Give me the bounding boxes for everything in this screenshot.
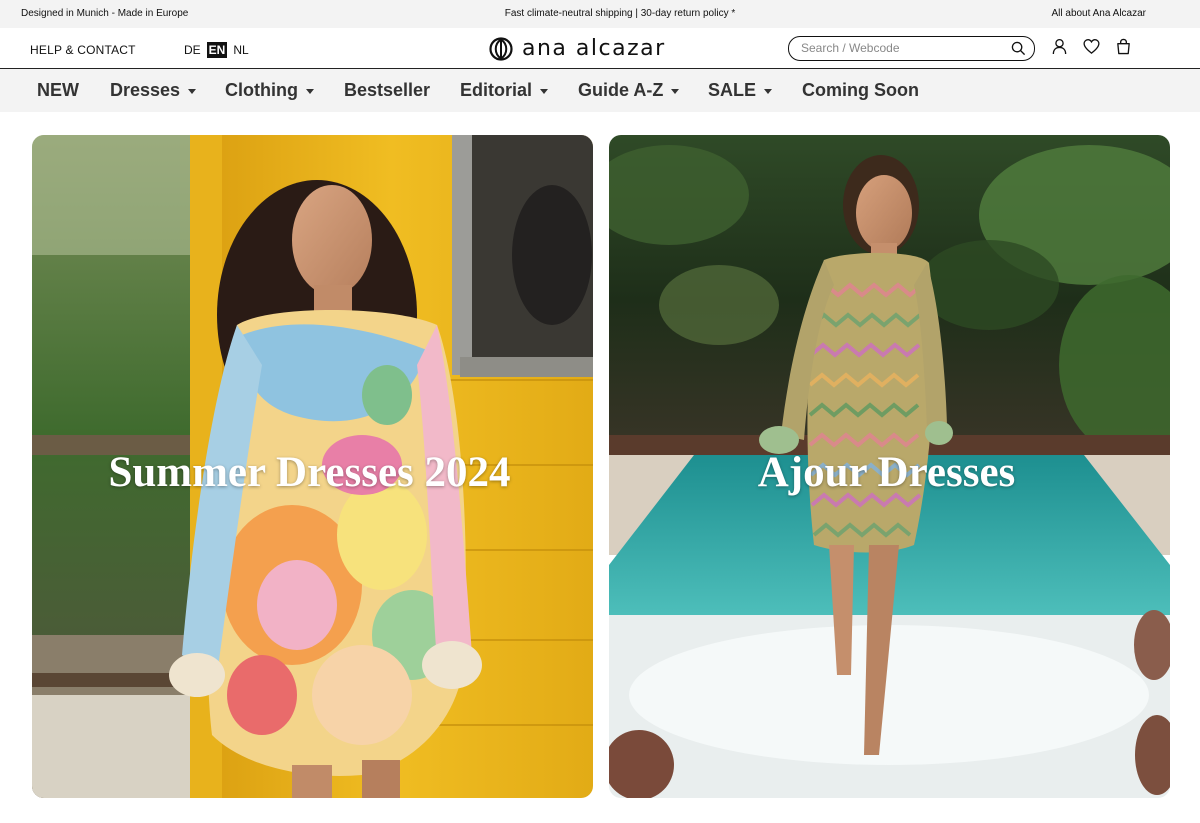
nav-label: NEW [37,80,79,100]
logo-wordmark: ana alcazar [522,36,666,61]
search-input[interactable] [801,41,1001,55]
nav-item-dresses[interactable]: Dresses [110,80,197,101]
account-icon[interactable] [1051,38,1068,55]
chevron-down-icon [764,88,773,94]
chevron-down-icon [305,88,314,94]
lang-de[interactable]: DE [184,43,201,57]
nav-item-editorial[interactable]: Editorial [460,80,549,101]
chevron-down-icon [671,88,680,94]
nav-item-new[interactable]: NEW [37,80,79,101]
lang-nl[interactable]: NL [233,43,248,57]
chevron-down-icon [540,88,549,94]
site-header: HELP & CONTACT DE EN NL ana alcazar [0,28,1200,69]
nav-label: Coming Soon [802,80,919,100]
nav-item-bestseller[interactable]: Bestseller [344,80,430,101]
nav-item-coming-soon[interactable]: Coming Soon [802,80,919,101]
nav-label: Dresses [110,80,181,100]
nav-item-clothing[interactable]: Clothing [225,80,314,101]
brand-logo[interactable]: ana alcazar [488,36,666,61]
shipping-info-text[interactable]: Fast climate-neutral shipping | 30-day r… [0,8,1200,19]
lang-en[interactable]: EN [206,42,228,58]
hero-tile-summer-dresses[interactable]: Summer Dresses 2024 [32,135,593,798]
nav-label: Bestseller [344,80,431,100]
wishlist-heart-icon[interactable] [1083,38,1100,55]
logo-mark-icon [489,36,513,61]
help-contact-link[interactable]: HELP & CONTACT [30,43,136,57]
hero-tile-ajour-dresses[interactable]: Ajour Dresses [609,135,1170,798]
language-switcher: DE EN NL [184,42,249,58]
hero-title-ajour-dresses: Ajour Dresses [757,449,1016,496]
hero-title-summer-dresses: Summer Dresses 2024 [108,449,511,496]
about-link[interactable]: All about Ana Alcazar [1051,8,1146,19]
search-icon[interactable] [1011,41,1026,56]
search-box[interactable] [788,36,1035,61]
nav-label: Editorial [460,80,533,100]
nav-label: Clothing [225,80,298,100]
nav-item-guide[interactable]: Guide A-Z [578,80,680,101]
chevron-down-icon [188,88,197,94]
main-navigation: NEW Dresses Clothing Bestseller Editoria… [0,69,1200,112]
nav-label: Guide A-Z [578,80,664,100]
nav-item-sale[interactable]: SALE [708,80,773,101]
shopping-bag-icon[interactable] [1115,38,1132,55]
nav-label: SALE [708,80,757,100]
top-info-bar: Designed in Munich - Made in Europe Fast… [0,0,1200,28]
